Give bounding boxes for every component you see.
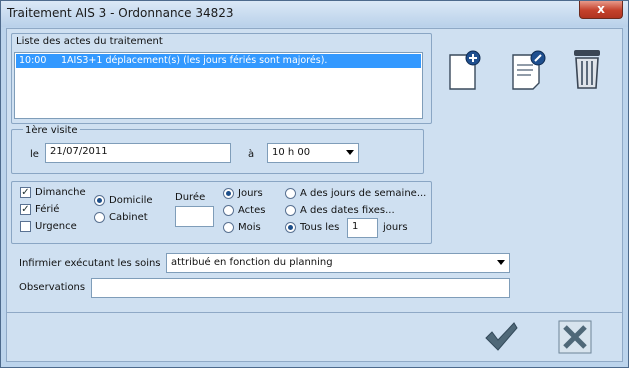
acte-text: 1AIS3+1 déplacement(s) (les jours fériés…	[61, 55, 328, 66]
jours-label: Jours	[238, 188, 263, 199]
duree-label: Durée	[175, 192, 206, 203]
ferie-check: ✓	[20, 204, 31, 215]
date-field[interactable]: 21/07/2011	[45, 143, 231, 163]
infirmier-label: Infirmier exécutant les soins	[19, 258, 161, 269]
trash-icon[interactable]	[569, 47, 605, 91]
edit-document-icon[interactable]	[509, 49, 549, 91]
dates-label: A des dates fixes...	[300, 205, 395, 216]
mois-label: Mois	[238, 222, 261, 233]
chevron-down-icon	[346, 150, 354, 155]
dimanche-label: Dimanche	[35, 187, 86, 198]
interval-field[interactable]: 1	[347, 218, 378, 238]
visite-legend: 1ère visite	[23, 125, 80, 136]
domicile-radio-dot	[94, 195, 105, 206]
title-bar[interactable]: Traitement AIS 3 - Ordonnance 34823 x	[1, 1, 628, 27]
tous-label: Tous les	[300, 222, 340, 233]
ferie-label: Férié	[35, 204, 60, 215]
x-icon	[558, 320, 592, 354]
infirmier-value: attribué en fonction du planning	[171, 257, 333, 268]
checkmark-icon	[485, 322, 518, 351]
interval-unit-label: jours	[383, 222, 408, 233]
semaine-radio-dot	[285, 188, 296, 199]
cabinet-radio-dot	[94, 212, 105, 223]
close-button[interactable]: x	[579, 1, 623, 19]
chevron-down-icon	[497, 260, 505, 265]
actes-list[interactable]: 10:00 1AIS3+1 déplacement(s) (les jours …	[14, 52, 423, 119]
cabinet-label: Cabinet	[109, 212, 148, 223]
actes-radio-dot	[223, 205, 234, 216]
ok-button[interactable]	[483, 320, 519, 354]
jours-radio-dot	[223, 188, 234, 199]
dialog-window: Traitement AIS 3 - Ordonnance 34823 x Li…	[0, 0, 629, 368]
actes-label: Actes	[238, 205, 266, 216]
observations-label: Observations	[19, 282, 86, 293]
window-title: Traitement AIS 3 - Ordonnance 34823	[7, 6, 234, 20]
dates-radio-dot	[285, 205, 296, 216]
date-label: le	[30, 149, 39, 160]
dimanche-check: ✓	[20, 187, 31, 198]
tous-radio-dot	[285, 222, 296, 233]
list-item[interactable]: 10:00 1AIS3+1 déplacement(s) (les jours …	[16, 54, 421, 68]
urgence-label: Urgence	[35, 221, 77, 232]
observations-field[interactable]	[91, 278, 510, 298]
actes-legend: Liste des actes du traitement	[16, 36, 163, 47]
acte-time: 10:00	[19, 55, 47, 66]
duree-field[interactable]	[175, 206, 214, 227]
cancel-button[interactable]	[558, 320, 594, 354]
time-value: 10 h 00	[272, 147, 311, 158]
urgence-check	[20, 221, 31, 232]
semaine-label: A des jours de semaine...	[300, 188, 427, 199]
mois-radio-dot	[223, 222, 234, 233]
footer-divider	[6, 312, 623, 313]
time-select[interactable]: 10 h 00	[267, 143, 359, 163]
infirmier-select[interactable]: attribué en fonction du planning	[166, 253, 510, 273]
add-document-icon[interactable]	[447, 49, 483, 91]
time-label: à	[248, 149, 255, 160]
domicile-label: Domicile	[109, 195, 153, 206]
